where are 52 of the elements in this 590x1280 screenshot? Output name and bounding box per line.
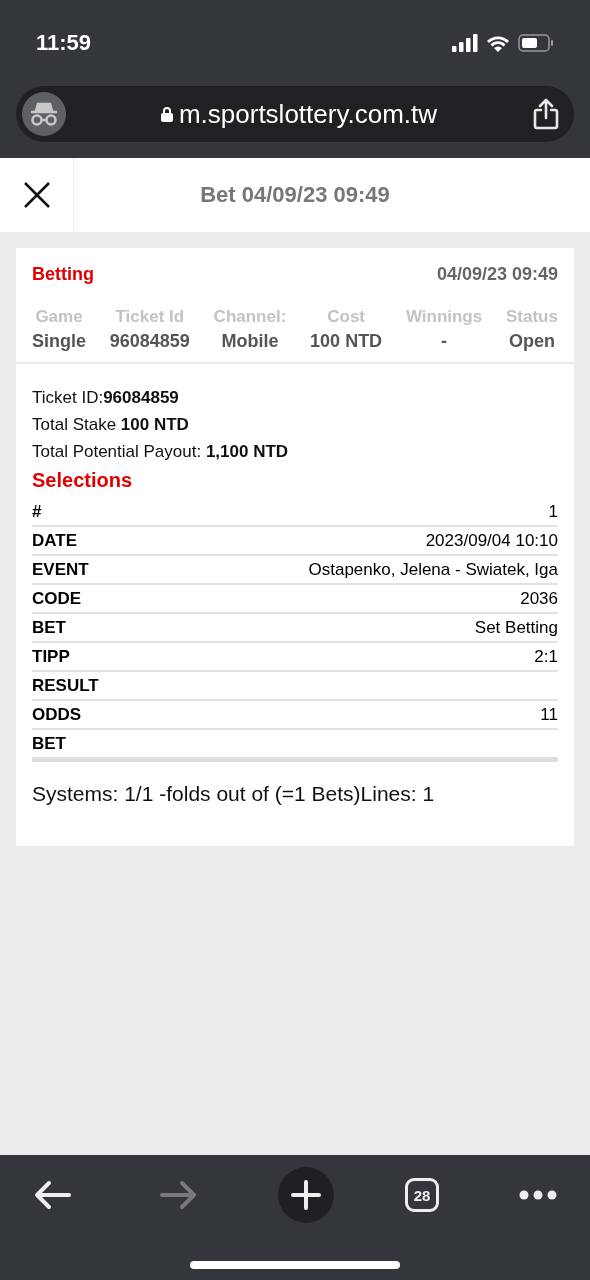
row-label: BET bbox=[32, 733, 66, 754]
row-label: # bbox=[32, 501, 42, 522]
back-arrow-icon bbox=[33, 1180, 71, 1210]
column-value: Single bbox=[32, 331, 86, 352]
row-label: RESULT bbox=[32, 675, 99, 696]
row-value: 2023/09/04 10:10 bbox=[425, 530, 558, 551]
column-value: Mobile bbox=[221, 331, 279, 352]
detail-line: Total Potential Payout: 1,100 NTD bbox=[32, 441, 290, 463]
column-value: 96084859 bbox=[109, 331, 190, 352]
battery-icon bbox=[518, 34, 554, 52]
systems-summary: Systems: 1/1 -folds out of (=1 Bets)Lines: 1 bbox=[32, 782, 436, 806]
column-label: Cost bbox=[327, 307, 365, 327]
row-label: DATE bbox=[32, 530, 77, 551]
page-title: Bet 04/09/23 09:49 bbox=[199, 182, 391, 208]
row-value: 2036 bbox=[520, 588, 558, 609]
signal-icon bbox=[452, 34, 478, 52]
row-label: BET bbox=[32, 617, 66, 638]
incognito-icon[interactable] bbox=[22, 92, 66, 136]
lock-icon bbox=[160, 106, 173, 122]
column-value: 100 NTD bbox=[310, 331, 383, 352]
clock-time: 11:59 bbox=[36, 30, 92, 56]
plus-icon bbox=[291, 1180, 321, 1210]
row-value: 11 bbox=[540, 704, 558, 725]
row-label: EVENT bbox=[32, 559, 89, 580]
row-label: TIPP bbox=[32, 646, 70, 667]
url-text: m.sportslottery.com.tw bbox=[178, 98, 438, 130]
tabs-button[interactable]: 28 bbox=[405, 1178, 439, 1212]
selections-title: Selections bbox=[32, 469, 134, 492]
row-value: Ostapenko, Jelena - Swiatek, Iga bbox=[308, 559, 558, 580]
column-label: Winnings bbox=[405, 307, 483, 327]
close-icon bbox=[23, 182, 50, 208]
bet-datetime: 04/09/23 09:49 bbox=[436, 264, 558, 285]
column-value: Open bbox=[508, 331, 555, 352]
wifi-icon bbox=[486, 34, 510, 52]
new-tab-button[interactable] bbox=[278, 1167, 334, 1223]
detail-line: Ticket ID:96084859 bbox=[32, 387, 180, 409]
column-label: Status bbox=[505, 307, 558, 327]
column-label: Ticket Id bbox=[115, 307, 185, 327]
row-label: CODE bbox=[32, 588, 82, 609]
section-title: Betting bbox=[32, 264, 94, 285]
share-icon[interactable] bbox=[532, 98, 560, 130]
detail-line: Total Stake 100 NTD bbox=[32, 414, 190, 436]
row-value: 1 bbox=[548, 501, 558, 522]
column-value: - bbox=[441, 331, 448, 352]
row-value: Set Betting bbox=[474, 617, 558, 638]
row-value: 2:1 bbox=[534, 646, 558, 667]
column-label: Game bbox=[35, 307, 83, 327]
forward-arrow-icon bbox=[160, 1180, 198, 1210]
more-icon bbox=[519, 1190, 557, 1200]
row-label: ODDS bbox=[32, 704, 82, 725]
address-bar[interactable]: m.sportslottery.com.tw bbox=[16, 86, 574, 142]
column-label: Channel: bbox=[213, 307, 287, 327]
